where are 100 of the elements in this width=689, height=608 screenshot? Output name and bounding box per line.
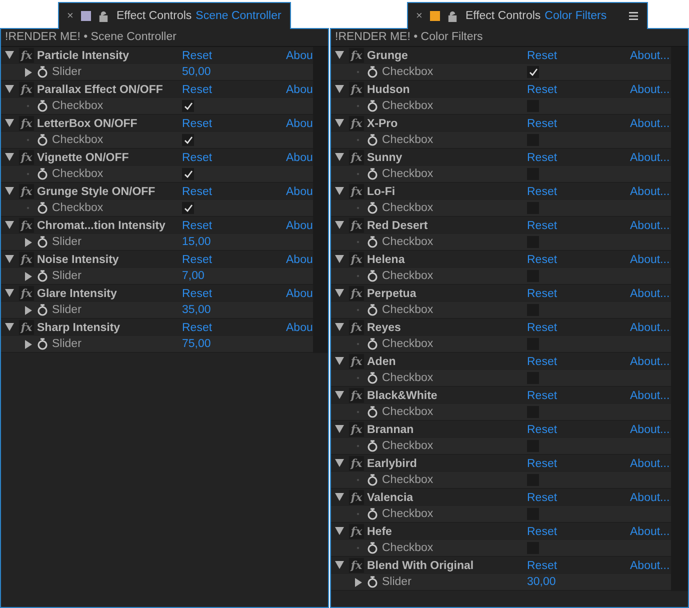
about-link[interactable]: About... bbox=[630, 322, 671, 334]
reset-link[interactable]: Reset bbox=[182, 50, 286, 62]
stopwatch-icon[interactable] bbox=[367, 372, 378, 384]
about-link[interactable]: About... bbox=[630, 50, 671, 62]
collapse-triangle-icon[interactable] bbox=[335, 526, 344, 534]
collapse-triangle-icon[interactable] bbox=[5, 152, 14, 160]
checkbox[interactable] bbox=[182, 168, 194, 180]
unlocked-padlock-icon[interactable] bbox=[99, 10, 108, 22]
checkbox[interactable] bbox=[182, 100, 194, 112]
reset-link[interactable]: Reset bbox=[527, 390, 630, 402]
stopwatch-icon[interactable] bbox=[367, 66, 378, 78]
stopwatch-icon[interactable] bbox=[37, 236, 48, 248]
collapse-triangle-icon[interactable] bbox=[335, 322, 344, 330]
stopwatch-icon[interactable] bbox=[367, 474, 378, 486]
expand-triangle-icon[interactable] bbox=[24, 68, 32, 76]
panel-tab[interactable]: × Effect Controls Scene Controller bbox=[58, 2, 292, 29]
stopwatch-icon[interactable] bbox=[37, 134, 48, 146]
collapse-triangle-icon[interactable] bbox=[5, 254, 14, 262]
stopwatch-icon[interactable] bbox=[367, 406, 378, 418]
expand-triangle-icon[interactable] bbox=[24, 272, 32, 280]
stopwatch-icon[interactable] bbox=[367, 134, 378, 146]
collapse-triangle-icon[interactable] bbox=[335, 390, 344, 398]
checkbox[interactable] bbox=[182, 202, 194, 214]
reset-link[interactable]: Reset bbox=[527, 220, 630, 232]
collapse-triangle-icon[interactable] bbox=[335, 492, 344, 500]
collapse-triangle-icon[interactable] bbox=[5, 186, 14, 194]
checkbox[interactable] bbox=[182, 134, 194, 146]
slider-value[interactable]: 75,00 bbox=[182, 338, 211, 350]
collapse-triangle-icon[interactable] bbox=[335, 560, 344, 568]
reset-link[interactable]: Reset bbox=[182, 254, 286, 266]
reset-link[interactable]: Reset bbox=[527, 526, 630, 538]
about-link[interactable]: About... bbox=[630, 220, 671, 232]
about-link[interactable]: About... bbox=[630, 118, 671, 130]
stopwatch-icon[interactable] bbox=[367, 508, 378, 520]
stopwatch-icon[interactable] bbox=[37, 66, 48, 78]
about-link[interactable]: Abou bbox=[286, 186, 313, 198]
slider-value[interactable]: 35,00 bbox=[182, 304, 211, 316]
reset-link[interactable]: Reset bbox=[182, 152, 286, 164]
about-link[interactable]: About... bbox=[630, 288, 671, 300]
checkbox[interactable] bbox=[527, 66, 539, 78]
stopwatch-icon[interactable] bbox=[367, 168, 378, 180]
about-link[interactable]: About... bbox=[630, 492, 671, 504]
expand-triangle-icon[interactable] bbox=[24, 306, 32, 314]
reset-link[interactable]: Reset bbox=[527, 152, 630, 164]
stopwatch-icon[interactable] bbox=[37, 304, 48, 316]
stopwatch-icon[interactable] bbox=[37, 168, 48, 180]
stopwatch-icon[interactable] bbox=[367, 270, 378, 282]
collapse-triangle-icon[interactable] bbox=[335, 356, 344, 364]
stopwatch-icon[interactable] bbox=[37, 270, 48, 282]
collapse-triangle-icon[interactable] bbox=[5, 84, 14, 92]
reset-link[interactable]: Reset bbox=[182, 118, 286, 130]
collapse-triangle-icon[interactable] bbox=[335, 424, 344, 432]
reset-link[interactable]: Reset bbox=[182, 288, 286, 300]
stopwatch-icon[interactable] bbox=[367, 338, 378, 350]
collapse-triangle-icon[interactable] bbox=[5, 322, 14, 330]
scrollbar-track[interactable] bbox=[312, 47, 328, 353]
reset-link[interactable]: Reset bbox=[182, 84, 286, 96]
reset-link[interactable]: Reset bbox=[182, 220, 286, 232]
about-link[interactable]: About... bbox=[630, 390, 671, 402]
reset-link[interactable]: Reset bbox=[182, 322, 286, 334]
scrollbar-track[interactable] bbox=[671, 47, 688, 591]
reset-link[interactable]: Reset bbox=[527, 84, 630, 96]
reset-link[interactable]: Reset bbox=[527, 254, 630, 266]
about-link[interactable]: About... bbox=[630, 186, 671, 198]
slider-value[interactable]: 30,00 bbox=[527, 576, 556, 588]
about-link[interactable]: Abou bbox=[286, 322, 313, 334]
about-link[interactable]: Abou bbox=[286, 152, 313, 164]
collapse-triangle-icon[interactable] bbox=[5, 288, 14, 296]
about-link[interactable]: Abou bbox=[286, 118, 313, 130]
stopwatch-icon[interactable] bbox=[37, 100, 48, 112]
reset-link[interactable]: Reset bbox=[527, 288, 630, 300]
collapse-triangle-icon[interactable] bbox=[335, 152, 344, 160]
expand-triangle-icon[interactable] bbox=[354, 578, 362, 586]
collapse-triangle-icon[interactable] bbox=[335, 84, 344, 92]
about-link[interactable]: About... bbox=[630, 356, 671, 368]
about-link[interactable]: About... bbox=[630, 526, 671, 538]
unlocked-padlock-icon[interactable] bbox=[448, 10, 458, 22]
about-link[interactable]: About... bbox=[630, 560, 671, 572]
collapse-triangle-icon[interactable] bbox=[5, 50, 14, 58]
collapse-triangle-icon[interactable] bbox=[335, 118, 344, 126]
reset-link[interactable]: Reset bbox=[527, 356, 630, 368]
collapse-triangle-icon[interactable] bbox=[5, 220, 14, 228]
about-link[interactable]: Abou bbox=[286, 288, 313, 300]
reset-link[interactable]: Reset bbox=[527, 458, 630, 470]
expand-triangle-icon[interactable] bbox=[24, 340, 32, 348]
menu-icon[interactable] bbox=[628, 12, 638, 20]
stopwatch-icon[interactable] bbox=[367, 576, 378, 588]
reset-link[interactable]: Reset bbox=[527, 186, 630, 198]
stopwatch-icon[interactable] bbox=[37, 338, 48, 350]
about-link[interactable]: Abou bbox=[286, 50, 313, 62]
close-tab-button[interactable]: × bbox=[416, 10, 422, 22]
stopwatch-icon[interactable] bbox=[367, 202, 378, 214]
about-link[interactable]: About... bbox=[630, 254, 671, 266]
slider-value[interactable]: 15,00 bbox=[182, 236, 211, 248]
reset-link[interactable]: Reset bbox=[527, 322, 630, 334]
reset-link[interactable]: Reset bbox=[527, 492, 630, 504]
slider-value[interactable]: 7,00 bbox=[182, 270, 204, 282]
stopwatch-icon[interactable] bbox=[367, 440, 378, 452]
about-link[interactable]: About... bbox=[630, 84, 671, 96]
panel-tab[interactable]: × Effect Controls Color Filters bbox=[407, 2, 648, 29]
